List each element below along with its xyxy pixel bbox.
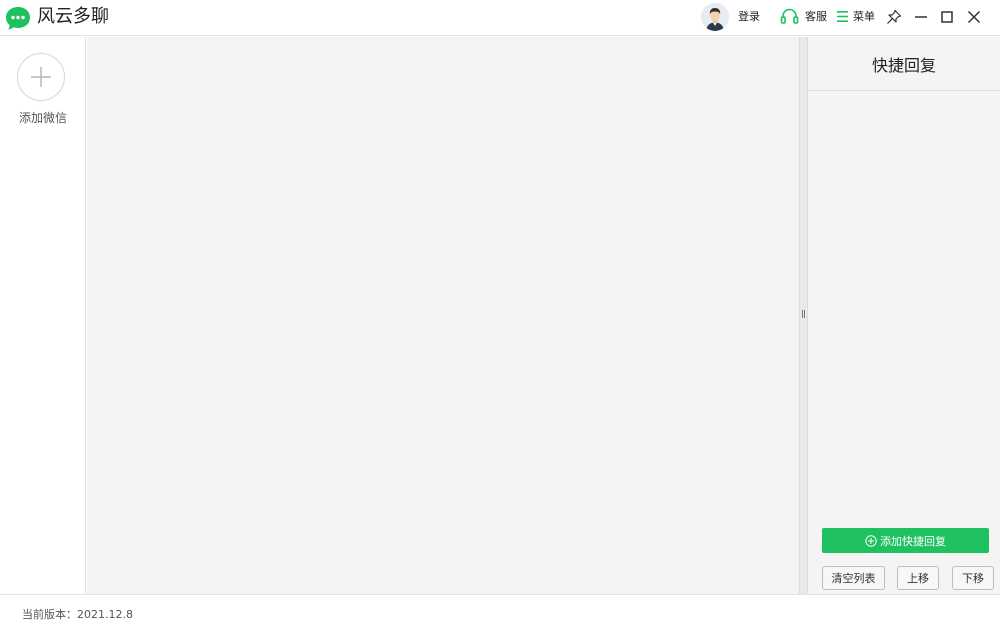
maximize-icon[interactable] <box>938 8 956 26</box>
move-up-button[interactable]: 上移 <box>897 566 939 590</box>
add-wechat-button[interactable] <box>17 53 65 101</box>
user-avatar-icon <box>701 3 729 31</box>
customer-service-button[interactable]: 客服 <box>805 10 827 24</box>
quick-reply-title: 快捷回复 <box>808 37 1000 91</box>
user-avatar[interactable] <box>701 3 729 31</box>
move-down-button[interactable]: 下移 <box>952 566 994 590</box>
clear-list-button[interactable]: 清空列表 <box>822 566 885 590</box>
menu-icon[interactable] <box>836 10 849 23</box>
quick-reply-panel: 快捷回复 添加快捷回复 清空列表 上移 下移 <box>808 37 1000 594</box>
version-text: 当前版本：2021.12.8 <box>22 608 133 621</box>
minimize-icon[interactable] <box>912 8 930 26</box>
add-quick-reply-button[interactable]: 添加快捷回复 <box>822 528 989 553</box>
title-bar: 风云多聊 登录 客服 菜单 <box>0 0 1000 36</box>
status-bar: 当前版本：2021.12.8 <box>0 594 1000 628</box>
plus-icon <box>31 67 51 87</box>
splitter-grip-icon <box>802 310 805 318</box>
account-sidebar: 添加微信 <box>0 37 86 594</box>
panel-splitter[interactable] <box>799 37 808 594</box>
pin-icon[interactable] <box>885 8 903 26</box>
add-circle-icon <box>865 534 877 547</box>
add-wechat-label: 添加微信 <box>18 111 67 125</box>
close-icon[interactable] <box>965 8 983 26</box>
menu-button[interactable]: 菜单 <box>853 10 875 24</box>
main-content-area <box>87 37 799 594</box>
app-title: 风云多聊 <box>37 6 109 27</box>
add-quick-reply-label: 添加快捷回复 <box>880 534 946 548</box>
app-logo-icon <box>6 7 30 30</box>
headset-icon[interactable] <box>780 8 799 26</box>
app-window: 风云多聊 登录 客服 菜单 添加微信 快捷回复 添加快捷回复 清空列表 上移 下… <box>0 0 1000 628</box>
login-button[interactable]: 登录 <box>738 10 760 24</box>
